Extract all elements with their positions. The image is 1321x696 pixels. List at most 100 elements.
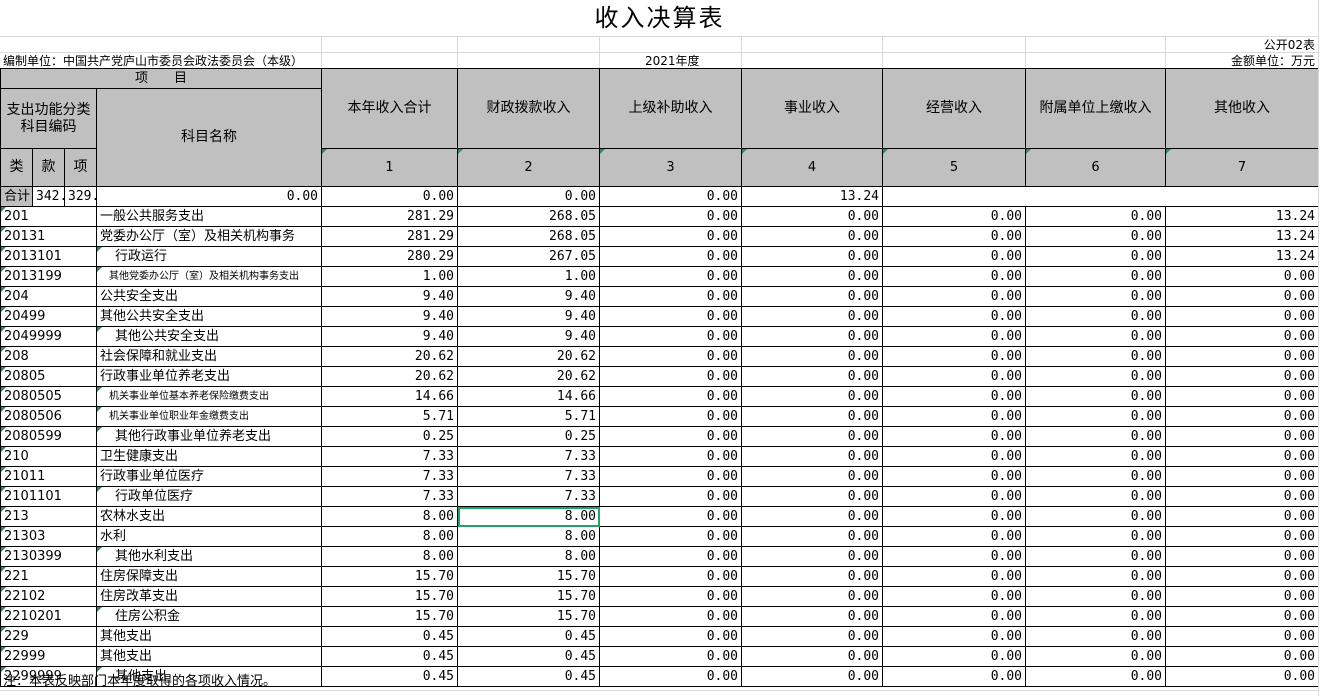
value-cell[interactable]: 5.71	[457, 406, 601, 427]
value-cell[interactable]: 0.00	[882, 226, 1027, 247]
value-cell[interactable]: 0.00	[1025, 486, 1167, 507]
value-cell[interactable]: 0.00	[1165, 546, 1320, 567]
value-cell[interactable]: 0.00	[1025, 426, 1167, 447]
value-cell[interactable]: 0.45	[457, 626, 601, 647]
value-cell[interactable]: 0.00	[741, 506, 884, 527]
value-cell[interactable]: 0.00	[882, 286, 1027, 307]
value-cell[interactable]: 0.00	[599, 346, 743, 367]
value-cell[interactable]: 20.62	[457, 366, 601, 387]
value-cell[interactable]: 0.00	[1025, 646, 1167, 667]
value-cell[interactable]: 8.00	[457, 546, 601, 567]
value-cell[interactable]: 13.24	[1165, 206, 1320, 227]
row-name[interactable]: 公共安全支出	[95, 286, 323, 307]
row-name[interactable]: 其他公共安全支出	[95, 306, 323, 327]
value-cell[interactable]: 0.00	[1165, 466, 1320, 487]
value-cell[interactable]: 268.05	[457, 226, 601, 247]
value-cell[interactable]: 0.00	[599, 266, 743, 287]
row-code[interactable]: 22102	[0, 586, 97, 607]
row-code[interactable]: 204	[0, 286, 97, 307]
value-cell[interactable]: 0.00	[1165, 346, 1320, 367]
value-cell[interactable]: 0.00	[1025, 466, 1167, 487]
value-cell[interactable]: 0.00	[741, 446, 884, 467]
row-name[interactable]: 其他党委办公厅（室）及相关机构事务支出	[95, 266, 323, 287]
value-cell[interactable]: 0.00	[599, 386, 743, 407]
value-cell[interactable]: 7.33	[321, 486, 459, 507]
value-cell[interactable]: 0.00	[1165, 486, 1320, 507]
value-cell[interactable]: 0.00	[599, 426, 743, 447]
row-code[interactable]: 21303	[0, 526, 97, 547]
value-cell[interactable]: 0.45	[321, 646, 459, 667]
value-cell[interactable]: 0.00	[1165, 666, 1320, 687]
selected-cell[interactable]: 8.00	[457, 506, 601, 527]
value-cell[interactable]: 9.40	[321, 286, 459, 307]
row-name[interactable]: 其他支出	[95, 626, 323, 647]
value-cell[interactable]: 0.00	[1025, 506, 1167, 527]
value-cell[interactable]: 15.70	[457, 606, 601, 627]
value-cell[interactable]: 0.00	[882, 526, 1027, 547]
value-cell[interactable]: 20.62	[321, 366, 459, 387]
value-cell[interactable]: 9.40	[457, 306, 601, 327]
row-code[interactable]: 2130399	[0, 546, 97, 567]
value-cell[interactable]: 0.00	[882, 426, 1027, 447]
value-cell[interactable]: 0.00	[882, 326, 1027, 347]
value-cell[interactable]: 15.70	[321, 586, 459, 607]
value-cell[interactable]: 0.00	[1165, 426, 1320, 447]
value-cell[interactable]: 0.00	[599, 586, 743, 607]
value-cell[interactable]: 0.00	[1025, 566, 1167, 587]
row-name[interactable]: 党委办公厅（室）及相关机构事务	[95, 226, 323, 247]
value-cell[interactable]: 0.00	[741, 386, 884, 407]
row-name[interactable]: 水利	[95, 526, 323, 547]
value-cell[interactable]: 0.00	[1165, 286, 1320, 307]
row-code[interactable]: 2210201	[0, 606, 97, 627]
value-cell[interactable]: 0.00	[882, 406, 1027, 427]
row-name[interactable]: 一般公共服务支出	[95, 206, 323, 227]
value-cell[interactable]: 14.66	[457, 386, 601, 407]
row-code[interactable]: 2080505	[0, 386, 97, 407]
row-name[interactable]: 卫生健康支出	[95, 446, 323, 467]
value-cell[interactable]: 0.00	[599, 626, 743, 647]
value-cell[interactable]: 0.00	[882, 306, 1027, 327]
value-cell[interactable]: 20.62	[321, 346, 459, 367]
row-code[interactable]: 2101101	[0, 486, 97, 507]
value-cell[interactable]: 0.00	[741, 266, 884, 287]
value-cell[interactable]: 9.40	[321, 306, 459, 327]
value-cell[interactable]: 0.00	[599, 446, 743, 467]
total-cell[interactable]: 0.00	[457, 186, 601, 207]
row-name[interactable]: 其他行政事业单位养老支出	[95, 426, 323, 447]
value-cell[interactable]: 0.00	[741, 486, 884, 507]
value-cell[interactable]: 0.00	[741, 566, 884, 587]
total-cell[interactable]: 13.24	[741, 186, 884, 207]
value-cell[interactable]: 0.00	[1025, 406, 1167, 427]
value-cell[interactable]: 0.45	[321, 626, 459, 647]
value-cell[interactable]: 0.00	[882, 646, 1027, 667]
value-cell[interactable]: 0.00	[741, 526, 884, 547]
value-cell[interactable]: 0.00	[599, 286, 743, 307]
row-code[interactable]: 201	[0, 206, 97, 227]
value-cell[interactable]: 0.25	[321, 426, 459, 447]
value-cell[interactable]: 0.00	[741, 226, 884, 247]
value-cell[interactable]: 7.33	[321, 446, 459, 467]
value-cell[interactable]: 267.05	[457, 246, 601, 267]
value-cell[interactable]: 13.24	[1165, 246, 1320, 267]
value-cell[interactable]: 0.00	[741, 286, 884, 307]
value-cell[interactable]: 0.00	[1025, 586, 1167, 607]
value-cell[interactable]: 0.00	[599, 526, 743, 547]
row-name[interactable]: 其他支出	[95, 646, 323, 667]
value-cell[interactable]: 0.00	[599, 606, 743, 627]
value-cell[interactable]: 9.40	[457, 286, 601, 307]
value-cell[interactable]: 8.00	[321, 526, 459, 547]
value-cell[interactable]: 0.00	[741, 546, 884, 567]
value-cell[interactable]: 0.00	[741, 346, 884, 367]
value-cell[interactable]: 0.00	[882, 206, 1027, 227]
row-name[interactable]: 住房保障支出	[95, 566, 323, 587]
value-cell[interactable]: 0.45	[457, 666, 601, 687]
value-cell[interactable]: 0.00	[741, 206, 884, 227]
value-cell[interactable]: 0.00	[741, 366, 884, 387]
value-cell[interactable]: 0.00	[1165, 446, 1320, 467]
value-cell[interactable]: 0.00	[1025, 626, 1167, 647]
value-cell[interactable]: 0.00	[741, 626, 884, 647]
value-cell[interactable]: 0.00	[599, 646, 743, 667]
value-cell[interactable]: 0.00	[741, 246, 884, 267]
value-cell[interactable]: 0.00	[741, 606, 884, 627]
row-name[interactable]: 其他水利支出	[95, 546, 323, 567]
